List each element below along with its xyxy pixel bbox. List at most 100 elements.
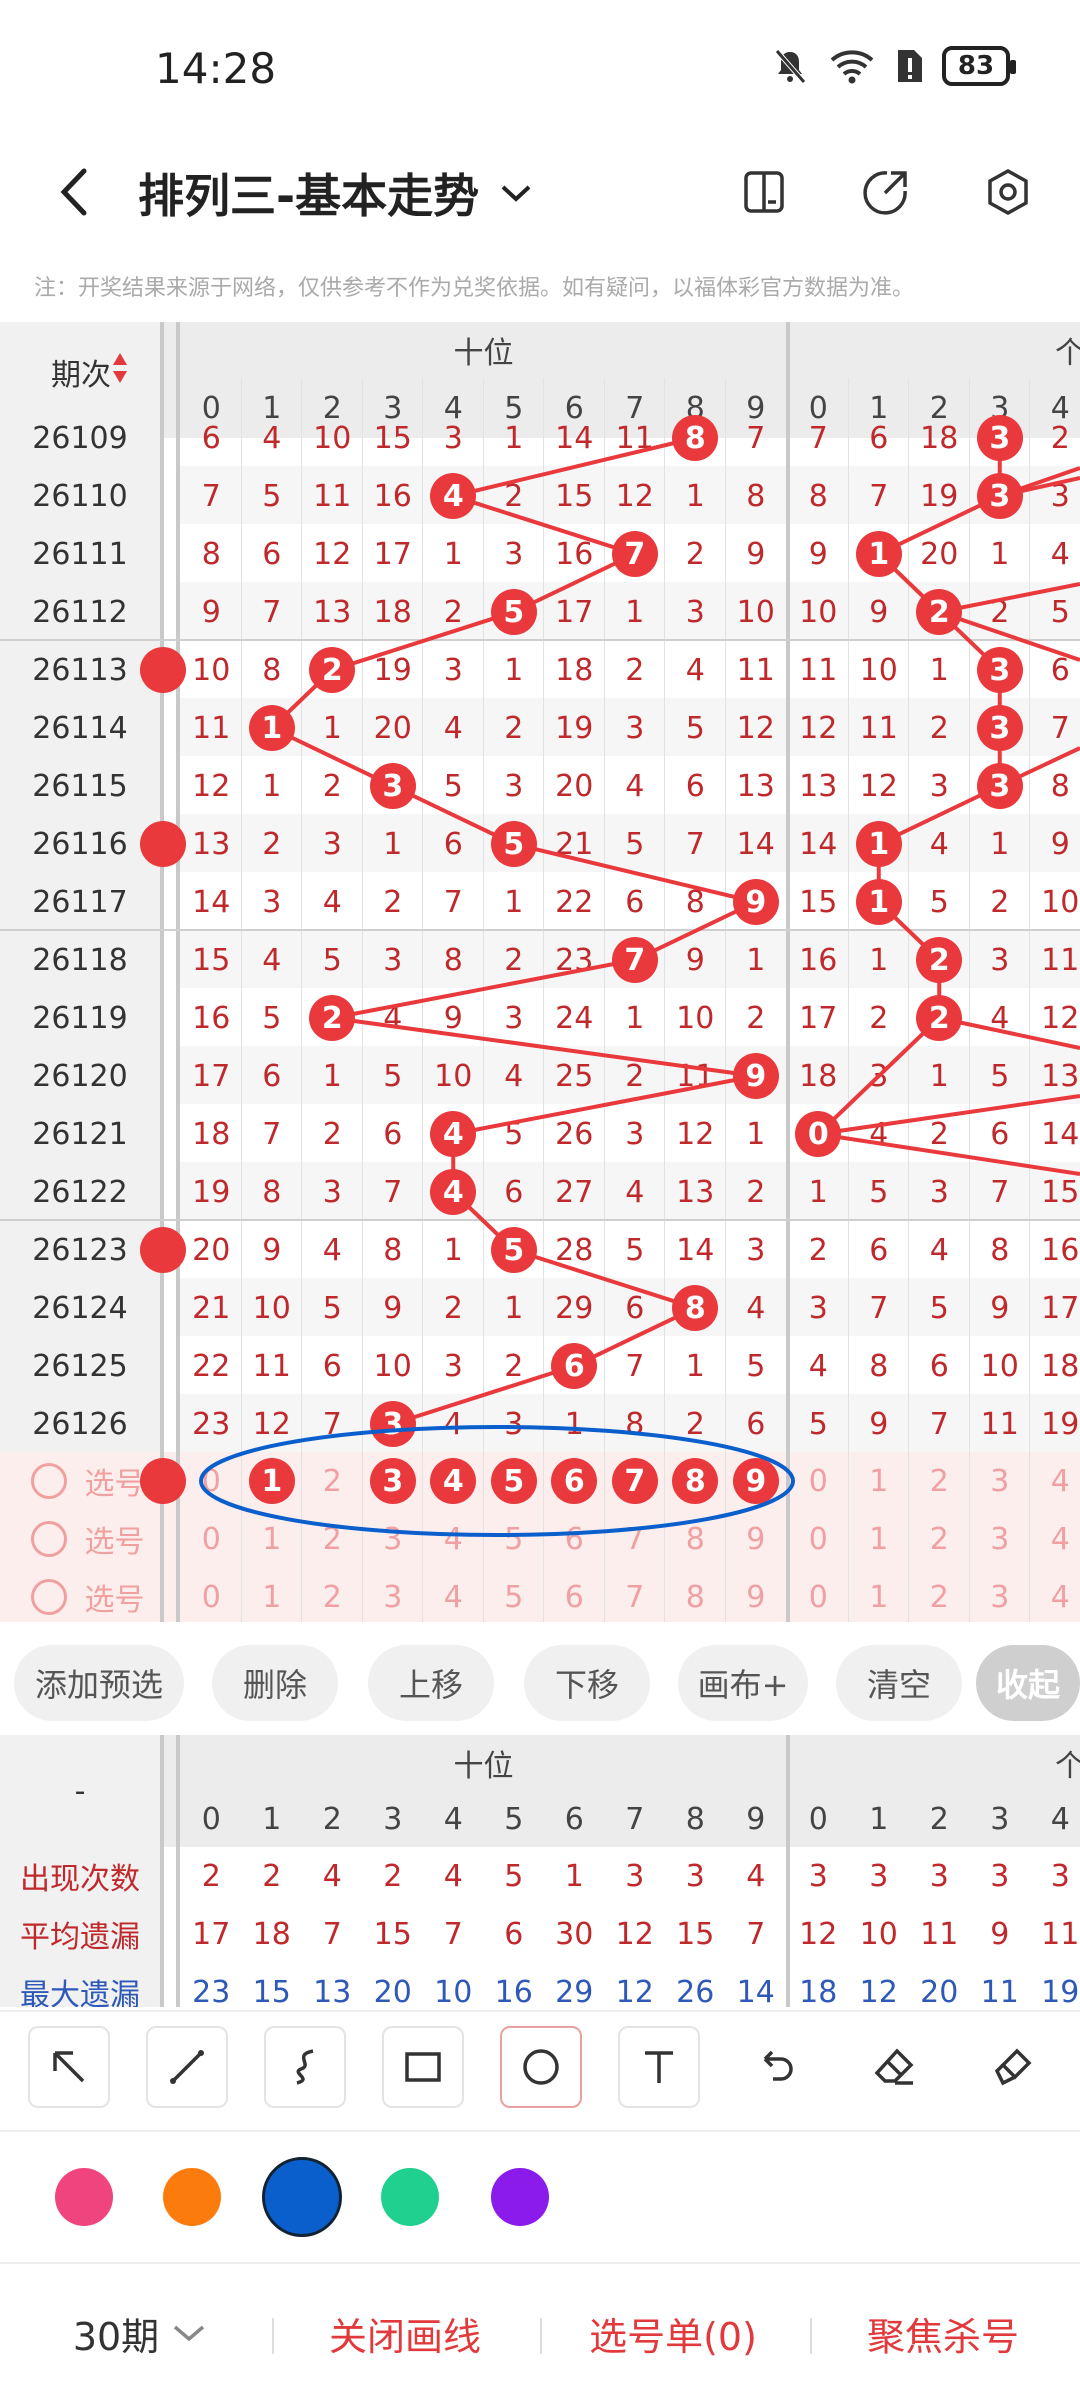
stats-tens-cell: 3 xyxy=(605,1847,666,1905)
stats-units-digit-header: 2 xyxy=(909,1791,970,1847)
stats-tens-cell: 7 xyxy=(726,1905,787,1963)
stats-row-label: 最大遗漏 xyxy=(0,1963,160,2007)
title-bar: 排列三-基本走势 xyxy=(0,140,1080,250)
undo-tool-button[interactable] xyxy=(736,2026,818,2108)
color-swatch[interactable] xyxy=(262,2157,342,2237)
circle-tool-button[interactable] xyxy=(500,2026,582,2108)
move-up-button[interactable]: 上移 xyxy=(368,1645,494,1721)
stats-tens-cell: 23 xyxy=(181,1963,242,2007)
arrow-icon xyxy=(47,2045,91,2089)
pick-list-button[interactable]: 选号单(0) xyxy=(548,2264,798,2402)
share-button[interactable] xyxy=(854,160,918,224)
curve-icon xyxy=(283,2045,327,2089)
stats-tens-cell: 29 xyxy=(544,1963,605,2007)
stats-tens-digit-header: 3 xyxy=(363,1791,424,1847)
clear-brush-icon xyxy=(991,2045,1035,2089)
stats-units-cell: 3 xyxy=(970,1847,1031,1905)
color-swatch[interactable] xyxy=(163,2168,221,2226)
stats-tens-cell: 7 xyxy=(423,1905,484,1963)
bottom-bar: 30期 关闭画线 选号单(0) 聚焦杀号 xyxy=(0,2262,1080,2400)
eraser-tool-button[interactable] xyxy=(854,2026,936,2108)
stats-tens-cell: 12 xyxy=(605,1963,666,2007)
divider xyxy=(810,2318,812,2354)
add-preselect-button[interactable]: 添加预选 xyxy=(14,1645,184,1721)
circle-icon xyxy=(519,2045,563,2089)
delete-button[interactable]: 删除 xyxy=(212,1645,338,1721)
text-tool-button[interactable] xyxy=(618,2026,700,2108)
divider xyxy=(272,2318,274,2354)
divider xyxy=(540,2318,542,2354)
stats-units-digit-header: 3 xyxy=(970,1791,1031,1847)
text-icon xyxy=(637,2045,681,2089)
stats-tens-cell: 2 xyxy=(363,1847,424,1905)
color-swatch[interactable] xyxy=(55,2168,113,2226)
stats-units-cell: 11 xyxy=(1030,1905,1080,1963)
stats-tens-cell: 15 xyxy=(363,1905,424,1963)
stats-row-label: 平均遗漏 xyxy=(0,1905,160,1963)
stats-tens-cell: 3 xyxy=(665,1847,726,1905)
period-select-label: 30期 xyxy=(73,2306,159,2361)
collapse-button[interactable]: 收起 xyxy=(976,1645,1080,1721)
line-tool-button[interactable] xyxy=(146,2026,228,2108)
color-swatch[interactable] xyxy=(491,2168,549,2226)
stats-tens-cell: 4 xyxy=(726,1847,787,1905)
settings-button[interactable] xyxy=(976,160,1040,224)
back-button[interactable] xyxy=(44,162,104,222)
action-buttons: 添加预选删除上移下移画布+ 清空收起 xyxy=(0,1635,1080,1725)
stats-header-label: - xyxy=(0,1735,160,1847)
stats-units-cell: 20 xyxy=(909,1963,970,2007)
stats-tens-cell: 1 xyxy=(544,1847,605,1905)
stats-units-cell: 3 xyxy=(788,1847,849,1905)
stats-units-cell: 3 xyxy=(849,1847,910,1905)
stats-units-digit-header: 1 xyxy=(849,1791,910,1847)
wifi-icon xyxy=(828,46,876,86)
color-swatch[interactable] xyxy=(381,2168,439,2226)
focus-kill-button[interactable]: 聚焦杀号 xyxy=(818,2264,1068,2402)
stats-tens-digit-header: 8 xyxy=(665,1791,726,1847)
drawing-toolbar xyxy=(0,2010,1080,2130)
stats-tens-cell: 5 xyxy=(484,1847,545,1905)
stats-units-cell: 12 xyxy=(849,1963,910,2007)
stats-tens-cell: 2 xyxy=(181,1847,242,1905)
chevron-down-icon xyxy=(171,2321,207,2345)
column-divider xyxy=(160,1735,164,2007)
clock: 14:28 xyxy=(155,44,276,93)
stats-tens-cell: 10 xyxy=(423,1963,484,2007)
undo-icon xyxy=(755,2045,799,2089)
chevron-left-icon xyxy=(54,167,94,217)
stats-units-cell: 9 xyxy=(970,1905,1031,1963)
stats-tens-cell: 4 xyxy=(423,1847,484,1905)
battery-indicator: 83 xyxy=(942,46,1010,86)
period-select[interactable]: 30期 xyxy=(30,2264,250,2402)
status-bar: 14:28 83 xyxy=(0,0,1080,140)
clear-button[interactable]: 清空 xyxy=(836,1645,962,1721)
stats-tens-cell: 20 xyxy=(363,1963,424,2007)
move-down-button[interactable]: 下移 xyxy=(524,1645,650,1721)
stats-row-label: 出现次数 xyxy=(0,1847,160,1905)
curve-tool-button[interactable] xyxy=(264,2026,346,2108)
line-icon xyxy=(165,2045,209,2089)
stats-tens-group-header: 十位 xyxy=(181,1735,786,1791)
statistics-table: -十位个012345678901234出现次数224245133433333平均… xyxy=(0,1735,1080,2007)
page-title[interactable]: 排列三-基本走势 xyxy=(138,160,533,226)
stats-tens-digit-header: 2 xyxy=(302,1791,363,1847)
device-icon xyxy=(741,169,787,215)
disclaimer-notice: 注：开奖结果来源于网络，仅供参考不作为兑奖依据。如有疑问，以福体彩官方数据为准。 xyxy=(34,270,914,302)
arrow-tool-button[interactable] xyxy=(28,2026,110,2108)
stats-tens-cell: 7 xyxy=(302,1905,363,1963)
rectangle-tool-button[interactable] xyxy=(382,2026,464,2108)
stats-tens-digit-header: 0 xyxy=(181,1791,242,1847)
stats-units-cell: 10 xyxy=(849,1905,910,1963)
close-lines-button[interactable]: 关闭画线 xyxy=(280,2264,530,2402)
clear-brush-tool-button[interactable] xyxy=(972,2026,1054,2108)
screen-toggle-button[interactable] xyxy=(732,160,796,224)
drawn-ellipse-annotation[interactable] xyxy=(0,322,1080,1622)
canvas-plus-button[interactable]: 画布+ xyxy=(678,1645,808,1721)
stats-tens-cell: 14 xyxy=(726,1963,787,2007)
stats-units-digit-header: 4 xyxy=(1030,1791,1080,1847)
stats-tens-digit-header: 5 xyxy=(484,1791,545,1847)
stats-units-cell: 3 xyxy=(1030,1847,1080,1905)
stats-tens-digit-header: 9 xyxy=(726,1791,787,1847)
stats-units-cell: 19 xyxy=(1030,1963,1080,2007)
title-tools xyxy=(732,160,1040,224)
